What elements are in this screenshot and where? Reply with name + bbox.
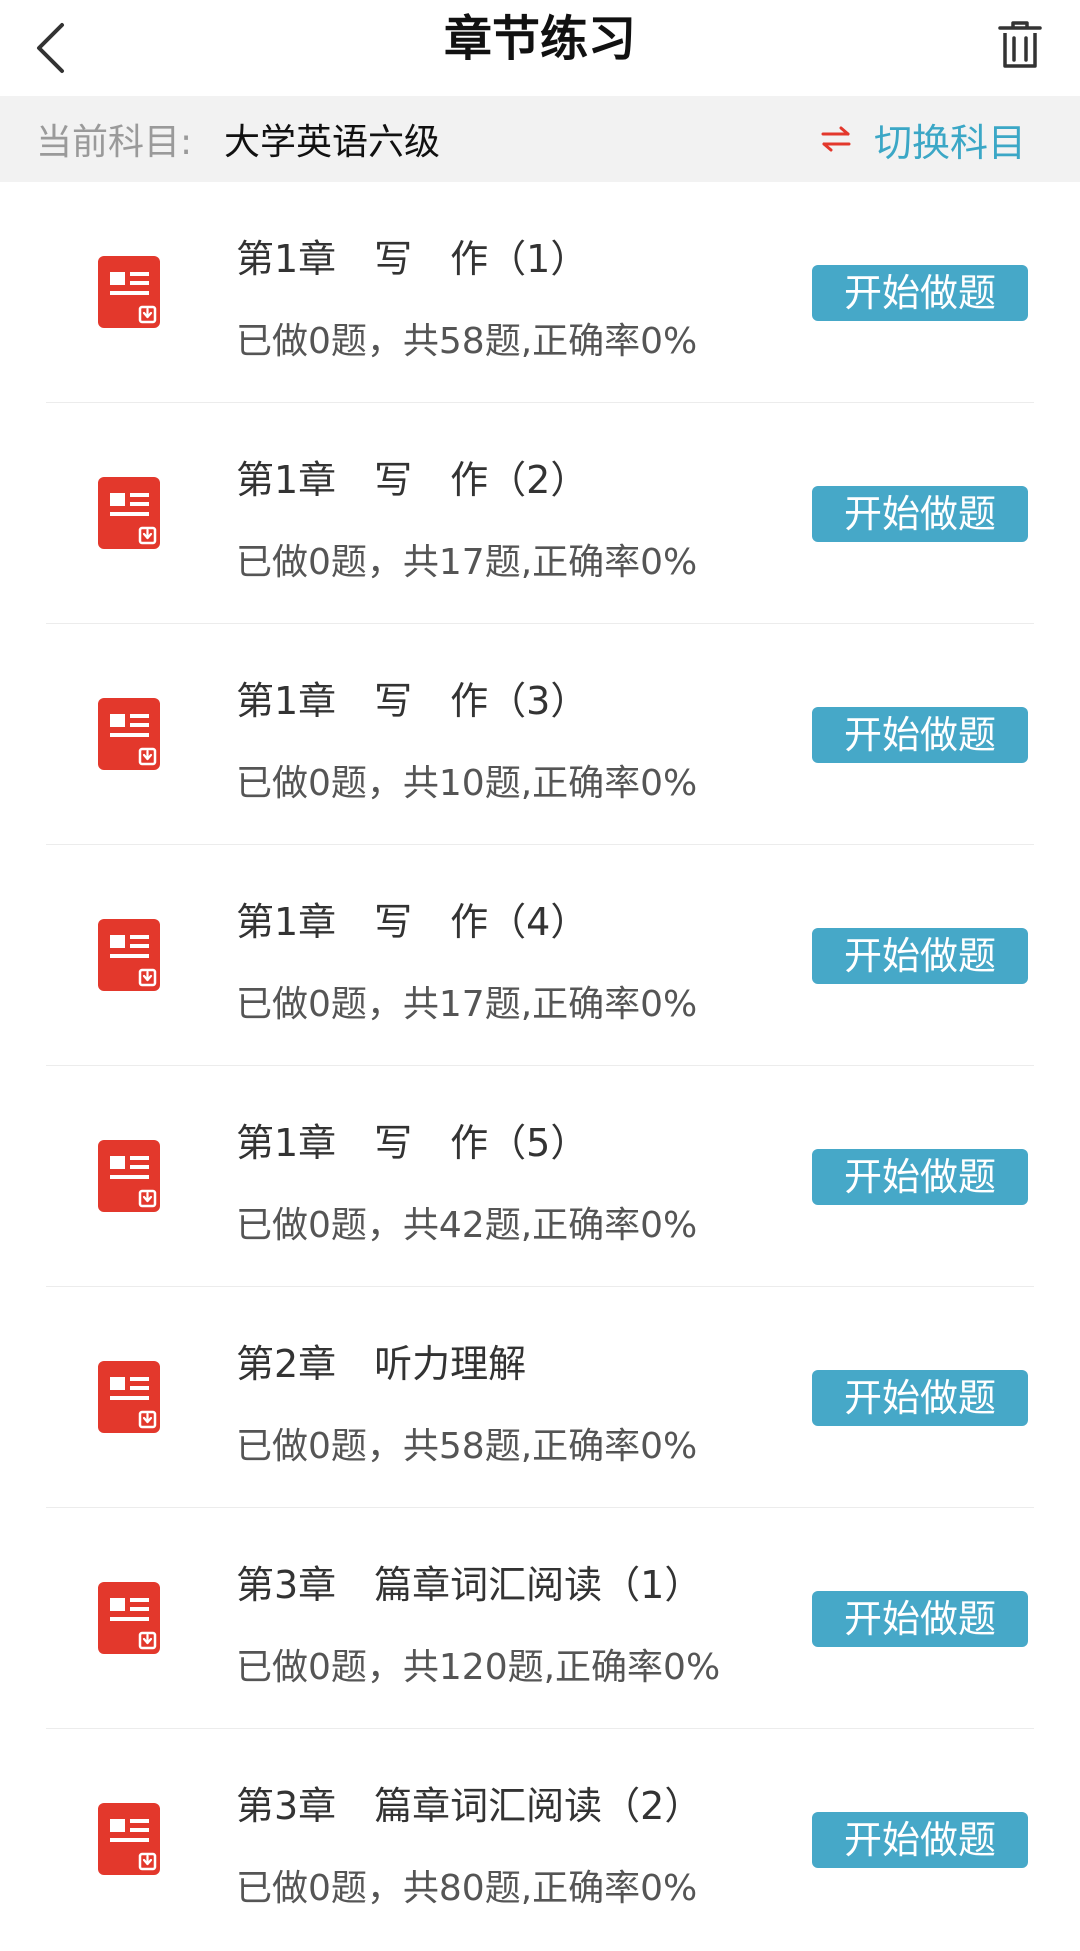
start-practice-button[interactable]: 开始做题	[812, 928, 1028, 984]
document-icon	[98, 477, 160, 549]
chapter-title: 第1章 写 作（5）	[236, 1121, 589, 1165]
chapter-stats: 已做0题，共120题,正确率0%	[236, 1647, 721, 1688]
chapter-stats: 已做0题，共17题,正确率0%	[236, 542, 698, 583]
chapter-row[interactable]: 第1章 写 作（2） 已做0题，共17题,正确率0% 开始做题	[0, 403, 1080, 624]
document-icon	[98, 1361, 160, 1433]
chapter-stats: 已做0题，共17题,正确率0%	[236, 984, 698, 1025]
start-practice-button[interactable]: 开始做题	[812, 486, 1028, 542]
chapter-row[interactable]: 第3章 篇章词汇阅读（1） 已做0题，共120题,正确率0% 开始做题	[0, 1508, 1080, 1729]
start-practice-button[interactable]: 开始做题	[812, 1149, 1028, 1205]
switch-subject-label: 切换科目	[873, 120, 1026, 165]
chapter-row[interactable]: 第1章 写 作（3） 已做0题，共10题,正确率0% 开始做题	[0, 624, 1080, 845]
switch-subject-button[interactable]: 切换科目	[816, 112, 1026, 167]
chapter-title: 第1章 写 作（4）	[236, 900, 589, 944]
start-practice-button[interactable]: 开始做题	[812, 707, 1028, 763]
subject-label: 当前科目:	[36, 122, 193, 163]
start-practice-button[interactable]: 开始做题	[812, 265, 1028, 321]
chapter-title: 第1章 写 作（2）	[236, 458, 589, 502]
page-title: 章节练习	[443, 11, 636, 67]
back-button[interactable]	[18, 14, 82, 82]
chapter-title: 第1章 写 作（1）	[236, 237, 589, 281]
document-icon	[98, 1140, 160, 1212]
app-header: 章节练习	[0, 0, 1080, 96]
chapter-row[interactable]: 第1章 写 作（1） 已做0题，共58题,正确率0% 开始做题	[0, 182, 1080, 403]
document-icon	[98, 1582, 160, 1654]
chapter-title: 第3章 篇章词汇阅读（2）	[236, 1784, 703, 1828]
chapter-list: 第1章 写 作（1） 已做0题，共58题,正确率0% 开始做题 第1章 写 作（…	[0, 182, 1080, 1951]
delete-button[interactable]	[988, 10, 1052, 80]
trash-icon	[998, 21, 1042, 68]
chapter-row[interactable]: 第2章 听力理解 已做0题，共58题,正确率0% 开始做题	[0, 1287, 1080, 1508]
current-subject: 大学英语六级	[224, 122, 441, 163]
swap-arrows-icon	[816, 119, 856, 159]
document-icon	[98, 919, 160, 991]
document-icon	[98, 698, 160, 770]
chapter-stats: 已做0题，共42题,正确率0%	[236, 1205, 698, 1246]
document-icon	[98, 1803, 160, 1875]
start-practice-button[interactable]: 开始做题	[812, 1370, 1028, 1426]
chapter-row[interactable]: 第3章 篇章词汇阅读（2） 已做0题，共80题,正确率0% 开始做题	[0, 1729, 1080, 1951]
chapter-title: 第1章 写 作（3）	[236, 679, 589, 723]
chapter-row[interactable]: 第1章 写 作（5） 已做0题，共42题,正确率0% 开始做题	[0, 1066, 1080, 1287]
chapter-row[interactable]: 第1章 写 作（4） 已做0题，共17题,正确率0% 开始做题	[0, 845, 1080, 1066]
document-icon	[98, 256, 160, 328]
subject-bar: 当前科目: 大学英语六级 切换科目	[0, 96, 1080, 182]
start-practice-button[interactable]: 开始做题	[812, 1812, 1028, 1868]
chapter-stats: 已做0题，共80题,正确率0%	[236, 1868, 698, 1909]
chapter-title: 第2章 听力理解	[236, 1342, 527, 1386]
start-practice-button[interactable]: 开始做题	[812, 1591, 1028, 1647]
chapter-stats: 已做0题，共58题,正确率0%	[236, 1426, 698, 1467]
chapter-title: 第3章 篇章词汇阅读（1）	[236, 1563, 703, 1607]
chapter-stats: 已做0题，共58题,正确率0%	[236, 321, 698, 362]
chapter-stats: 已做0题，共10题,正确率0%	[236, 763, 698, 804]
chevron-left-icon	[37, 23, 64, 73]
